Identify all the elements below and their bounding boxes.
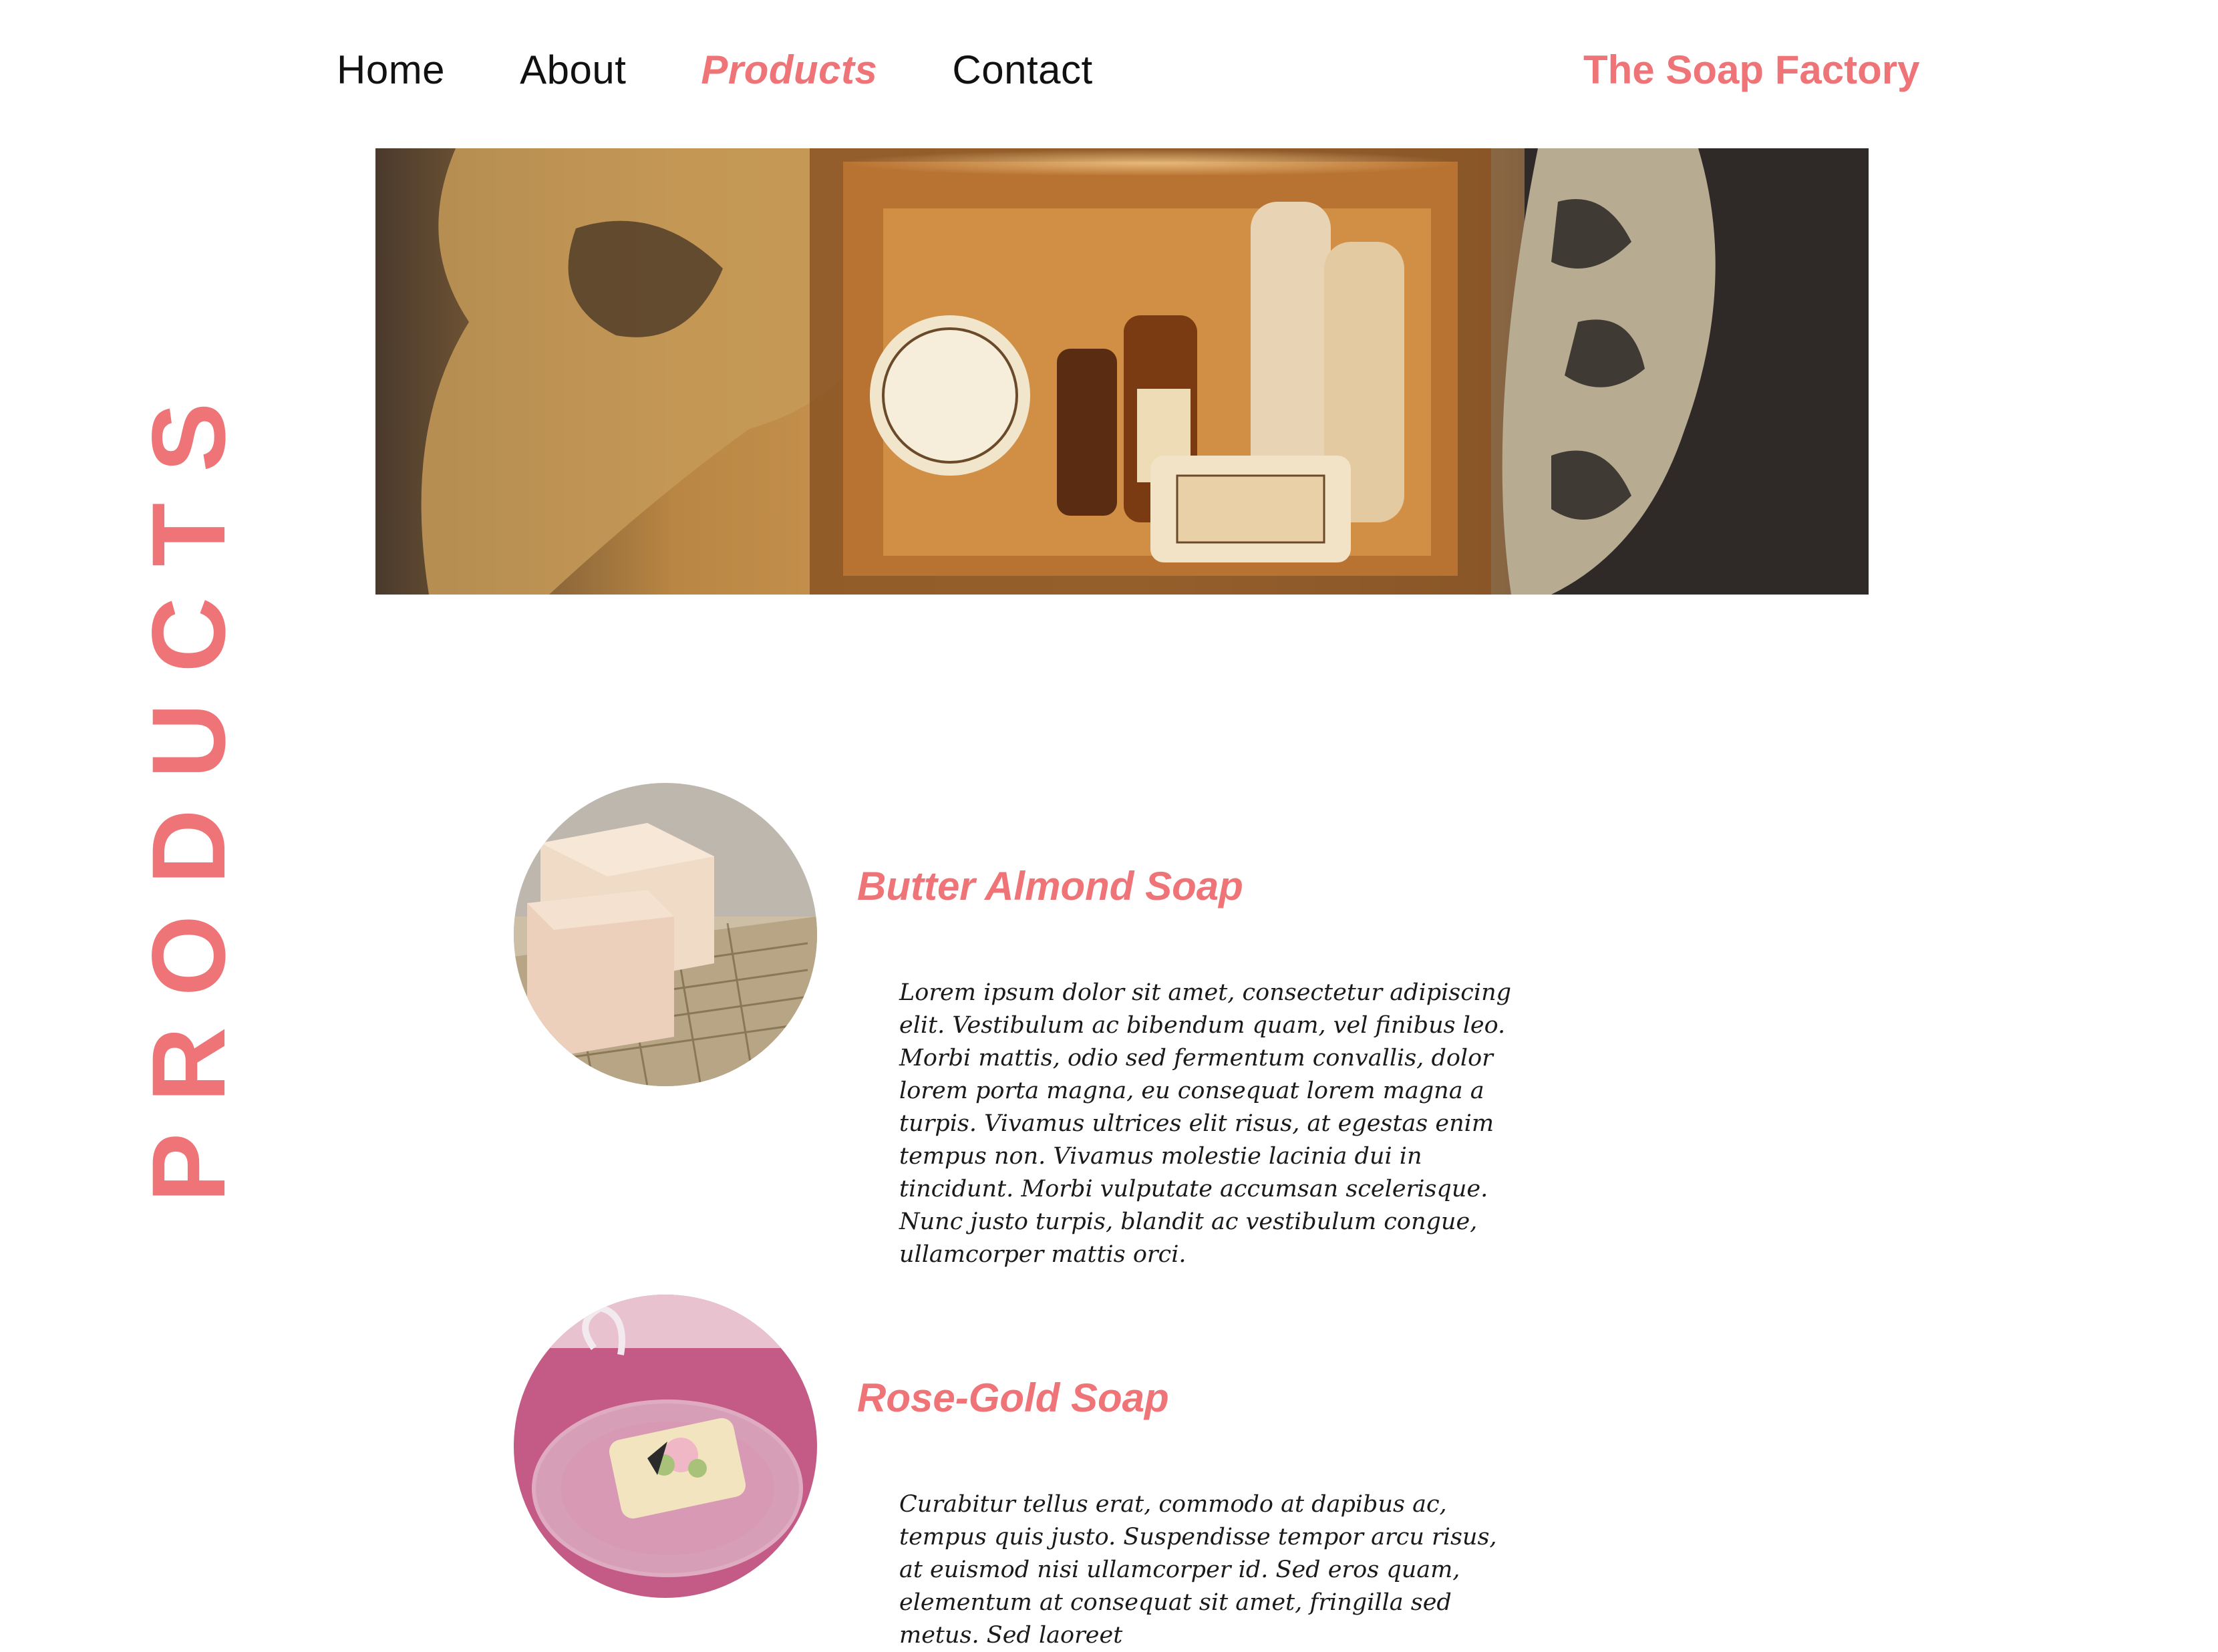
product-description: Lorem ipsum dolor sit amet, consectetur … — [899, 979, 1512, 1268]
page-heading-vertical: PRODUCTS — [131, 371, 247, 1202]
product-name-butter-almond[interactable]: Butter Almond Soap — [857, 863, 1243, 909]
nav-about-link[interactable]: About — [520, 47, 626, 93]
nav-contact-link[interactable]: Contact — [952, 47, 1092, 93]
main-nav: Home About Products Contact — [337, 47, 1093, 93]
brand-logo-text[interactable]: The Soap Factory — [1583, 47, 1919, 93]
hero-image — [375, 148, 1869, 595]
nav-products-link[interactable]: Products — [701, 47, 877, 93]
product-image-rose-gold[interactable] — [514, 1295, 817, 1598]
gift-box-photo-icon — [375, 148, 1869, 595]
nav-home-link[interactable]: Home — [337, 47, 445, 93]
soap-bar-icon — [514, 783, 817, 1086]
product-name-rose-gold[interactable]: Rose-Gold Soap — [857, 1375, 1169, 1421]
product-description: Curabitur tellus erat, commodo at dapibu… — [899, 1491, 1497, 1649]
soap-dish-icon — [514, 1295, 817, 1598]
product-image-butter-almond[interactable] — [514, 783, 817, 1086]
